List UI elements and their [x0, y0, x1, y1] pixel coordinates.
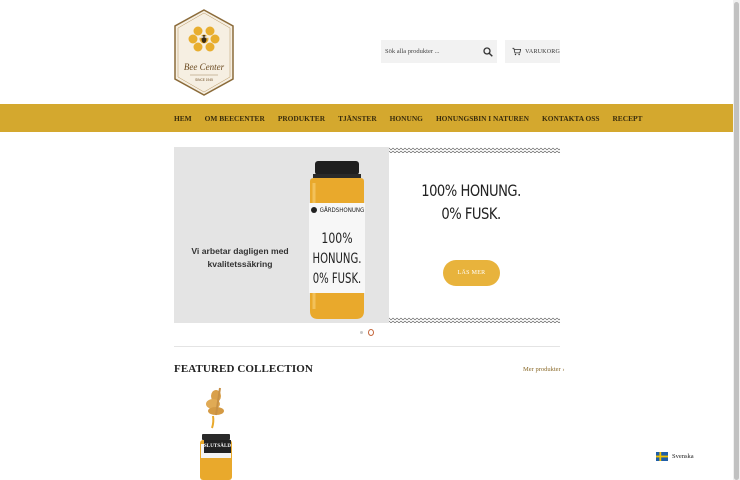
slider-dot-1[interactable] [360, 331, 363, 334]
slide-headline: 100% HONUNG. 0% FUSK. [404, 179, 538, 225]
page: Bee Center SINCE 1945 VARUKORG HEM OM BE… [0, 0, 733, 480]
nav-item-honung[interactable]: HONUNG [390, 114, 423, 123]
more-products-link[interactable]: Mer produkter › [523, 366, 565, 373]
read-more-button[interactable]: LÄS MER [443, 260, 500, 286]
language-label: Svenska [672, 453, 694, 460]
product-image[interactable] [196, 386, 236, 480]
slider-pagination [360, 329, 374, 336]
bee-center-logo[interactable]: Bee Center SINCE 1945 [174, 9, 234, 96]
nav-item-recept[interactable]: RECEPT [612, 114, 642, 123]
search-bar [381, 40, 497, 63]
cart-icon [512, 47, 522, 56]
scrollbar[interactable] [733, 0, 740, 480]
hero-slider[interactable]: Vi arbetar dagligen med kvalitetssäkring… [174, 147, 560, 323]
sweden-flag-icon [656, 452, 668, 461]
nav-item-hem[interactable]: HEM [174, 114, 192, 123]
jar-text-line-2: HONUNG. [313, 250, 362, 266]
scrollbar-thumb[interactable] [734, 2, 739, 480]
section-divider [174, 346, 560, 347]
nav-item-honungsbin[interactable]: HONUNGSBIN I NATUREN [436, 114, 529, 123]
zigzag-border-top [389, 147, 560, 153]
logo-since: SINCE 1945 [195, 78, 213, 82]
jar-text-line-3: 0% FUSK. [313, 270, 362, 286]
cart-button[interactable]: VARUKORG [505, 40, 560, 63]
slider-dot-2[interactable] [368, 329, 374, 336]
jar-text-line-1: 100% [321, 230, 352, 247]
search-icon[interactable] [483, 46, 493, 57]
sold-out-badge: SLUTSÅLD [204, 440, 231, 453]
nav-item-tjanster[interactable]: TJÄNSTER [338, 114, 377, 123]
logo-text: Bee Center [184, 62, 225, 72]
cart-label: VARUKORG [525, 48, 560, 55]
headline-line-1: 100% HONUNG. [421, 181, 521, 200]
headline-line-2: 0% FUSK. [441, 204, 501, 223]
language-selector[interactable]: Svenska [656, 452, 694, 461]
slide-text-panel [389, 147, 560, 323]
zigzag-border-bottom [389, 317, 560, 323]
nav-item-kontakta-oss[interactable]: KONTAKTA OSS [542, 114, 599, 123]
nav-item-produkter[interactable]: PRODUKTER [278, 114, 325, 123]
main-nav: HEM OM BEECENTER PRODUKTER TJÄNSTER HONU… [0, 104, 733, 132]
nav-item-om-beecenter[interactable]: OM BEECENTER [205, 114, 265, 123]
jar-brand-text: GÅRDSHONUNG [320, 204, 365, 214]
slide-caption: Vi arbetar dagligen med kvalitetssäkring [191, 246, 289, 269]
featured-collection-title: FEATURED COLLECTION [174, 363, 313, 375]
honey-jar-image: GÅRDSHONUNG 100% HONUNG. 0% FUSK. [309, 161, 365, 319]
search-input[interactable] [385, 48, 479, 55]
